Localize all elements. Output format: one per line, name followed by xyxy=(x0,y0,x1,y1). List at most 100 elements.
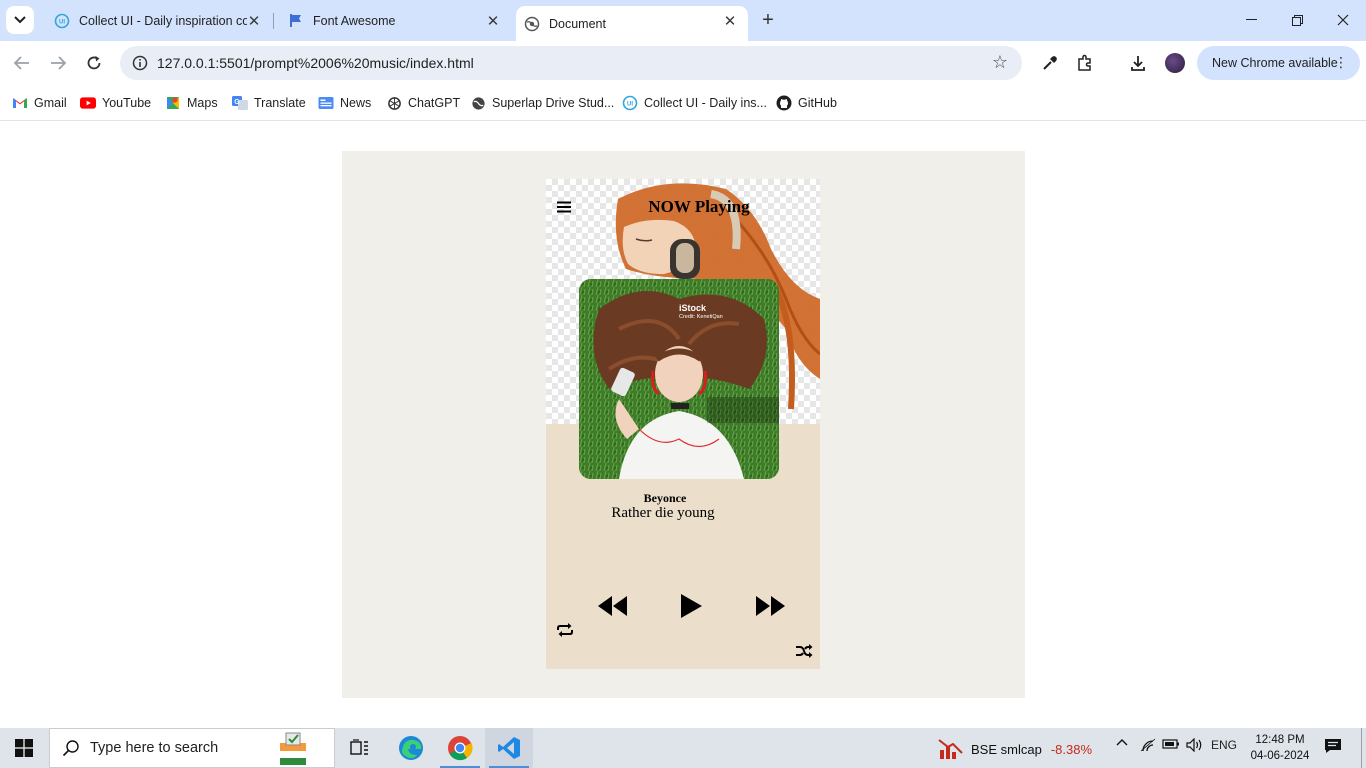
play-icon xyxy=(681,594,702,618)
system-clock[interactable]: 12:48 PM 04-06-2024 xyxy=(1244,732,1316,764)
tab-font-awesome[interactable]: Font Awesome ✕ xyxy=(274,6,511,35)
artist-name: Beyonce xyxy=(643,491,687,505)
taskbar-search-box[interactable]: Type here to search xyxy=(49,728,335,768)
player-stage: NOW Playing iStock Credit: KenetiQan Bey… xyxy=(342,151,1025,698)
bookmark-collect-ui[interactable]: UI Collect UI - Daily ins... xyxy=(622,93,767,113)
close-icon[interactable]: ✕ xyxy=(244,11,264,31)
song-title: Rather die young xyxy=(611,505,715,521)
taskbar-vscode[interactable] xyxy=(485,728,533,768)
bookmark-youtube[interactable]: YouTube xyxy=(80,93,151,113)
show-desktop-divider[interactable] xyxy=(1361,728,1362,768)
collectui-icon: UI xyxy=(622,95,638,111)
back-button[interactable] xyxy=(9,50,35,76)
bookmark-gmail[interactable]: Gmail xyxy=(12,93,67,113)
gmail-icon xyxy=(12,95,28,111)
bookmark-label: YouTube xyxy=(102,96,152,110)
bookmark-label: Gmail xyxy=(34,96,67,110)
forward-button[interactable] xyxy=(754,592,788,620)
bookmark-label: Maps xyxy=(187,96,218,110)
github-icon xyxy=(776,95,792,111)
close-icon[interactable]: ✕ xyxy=(483,11,503,31)
stock-change: -8.38% xyxy=(1050,741,1093,757)
shuffle-button[interactable] xyxy=(794,642,814,660)
network-icon[interactable] xyxy=(1138,738,1158,752)
task-view-button[interactable] xyxy=(336,728,384,768)
eyedropper-icon[interactable] xyxy=(1038,51,1062,75)
start-button[interactable] xyxy=(0,728,48,768)
bookmark-maps[interactable]: Maps xyxy=(165,93,218,113)
arrow-right-icon xyxy=(51,56,66,70)
arrow-left-icon xyxy=(14,56,29,70)
maps-icon xyxy=(165,95,181,111)
restore-button[interactable] xyxy=(1274,0,1320,40)
page-viewport: NOW Playing iStock Credit: KenetiQan Bey… xyxy=(0,121,1366,728)
notifications-icon[interactable] xyxy=(1322,738,1344,754)
forward-button[interactable] xyxy=(45,50,71,76)
election-ballot-icon xyxy=(280,732,306,765)
svg-text:UI: UI xyxy=(59,19,65,25)
music-player-card: NOW Playing iStock Credit: KenetiQan Bey… xyxy=(546,179,820,669)
chrome-icon xyxy=(448,736,473,761)
cover-credit: Credit: KenetiQan xyxy=(679,314,723,320)
svg-text:G: G xyxy=(234,99,240,106)
svg-text:UI: UI xyxy=(627,102,633,108)
bookmarks-bar: Gmail YouTube Maps G Translate News Chat… xyxy=(0,85,1366,121)
browser-toolbar: 127.0.0.1:5501/prompt%2006%20music/index… xyxy=(0,41,1366,85)
tab-document[interactable]: Document ✕ xyxy=(516,6,748,41)
backward-icon xyxy=(598,596,627,616)
repeat-icon xyxy=(557,623,573,637)
stock-widget[interactable]: BSE smlcap -8.38% xyxy=(938,738,1092,760)
windows-logo-icon xyxy=(15,739,33,757)
chevron-up-icon xyxy=(1116,739,1128,746)
extensions-icon[interactable] xyxy=(1073,51,1097,75)
windows-taskbar: Type here to search BSE smlcap -8.38% EN… xyxy=(0,728,1366,768)
address-bar[interactable]: 127.0.0.1:5501/prompt%2006%20music/index… xyxy=(120,46,1022,80)
more-menu-icon[interactable]: ⋮ xyxy=(1334,54,1348,71)
translate-icon: G xyxy=(232,95,248,111)
globe-icon xyxy=(524,16,540,32)
globe-icon xyxy=(470,95,486,111)
stock-down-icon xyxy=(938,739,963,759)
close-icon[interactable]: ✕ xyxy=(720,11,740,31)
fontawesome-flag-icon xyxy=(288,13,304,29)
bookmark-translate[interactable]: G Translate xyxy=(232,93,306,113)
bookmark-chatgpt[interactable]: ChatGPT xyxy=(386,93,460,113)
close-window-button[interactable] xyxy=(1320,0,1366,40)
repeat-button[interactable] xyxy=(555,621,575,639)
taskbar-chrome[interactable] xyxy=(436,728,484,768)
collectui-icon: UI xyxy=(54,13,70,29)
clock-date: 04-06-2024 xyxy=(1250,750,1310,762)
taskbar-edge[interactable] xyxy=(387,728,435,768)
language-indicator[interactable]: ENG xyxy=(1210,738,1238,752)
url-text[interactable]: 127.0.0.1:5501/prompt%2006%20music/index… xyxy=(157,55,474,71)
bookmark-superlap[interactable]: Superlap Drive Stud... xyxy=(470,93,614,113)
news-icon xyxy=(318,95,334,111)
battery-icon[interactable] xyxy=(1161,738,1181,750)
clock-time: 12:48 PM xyxy=(1255,734,1305,746)
bookmark-label: Collect UI - Daily ins... xyxy=(644,96,767,110)
play-button[interactable] xyxy=(678,592,704,620)
site-info-icon[interactable] xyxy=(130,53,150,73)
tab-search-button[interactable] xyxy=(6,6,34,34)
shuffle-icon xyxy=(796,644,813,658)
tab-title: Collect UI - Daily inspiration col xyxy=(79,13,247,28)
bookmark-news[interactable]: News xyxy=(318,93,371,113)
reload-button[interactable] xyxy=(81,50,107,76)
new-tab-button[interactable]: + xyxy=(756,8,780,32)
bookmark-label: GitHub xyxy=(798,96,837,110)
forward-icon xyxy=(756,596,785,616)
download-icon[interactable] xyxy=(1126,51,1150,75)
reload-icon xyxy=(87,56,101,70)
volume-icon[interactable] xyxy=(1185,738,1205,752)
new-chrome-available-button[interactable]: New Chrome available ⋮ xyxy=(1197,46,1360,80)
profile-avatar[interactable] xyxy=(1165,53,1185,73)
minimize-button[interactable] xyxy=(1228,0,1274,40)
bookmark-star-icon[interactable]: ☆ xyxy=(992,52,1008,73)
bookmark-github[interactable]: GitHub xyxy=(776,93,837,113)
vscode-icon xyxy=(498,737,520,759)
new-chrome-label: New Chrome available xyxy=(1212,56,1338,70)
backward-button[interactable] xyxy=(595,592,629,620)
tab-collect-ui[interactable]: UI Collect UI - Daily inspiration col ✕ xyxy=(40,6,272,35)
search-placeholder: Type here to search xyxy=(90,740,219,756)
show-hidden-icons-button[interactable] xyxy=(1114,738,1130,746)
